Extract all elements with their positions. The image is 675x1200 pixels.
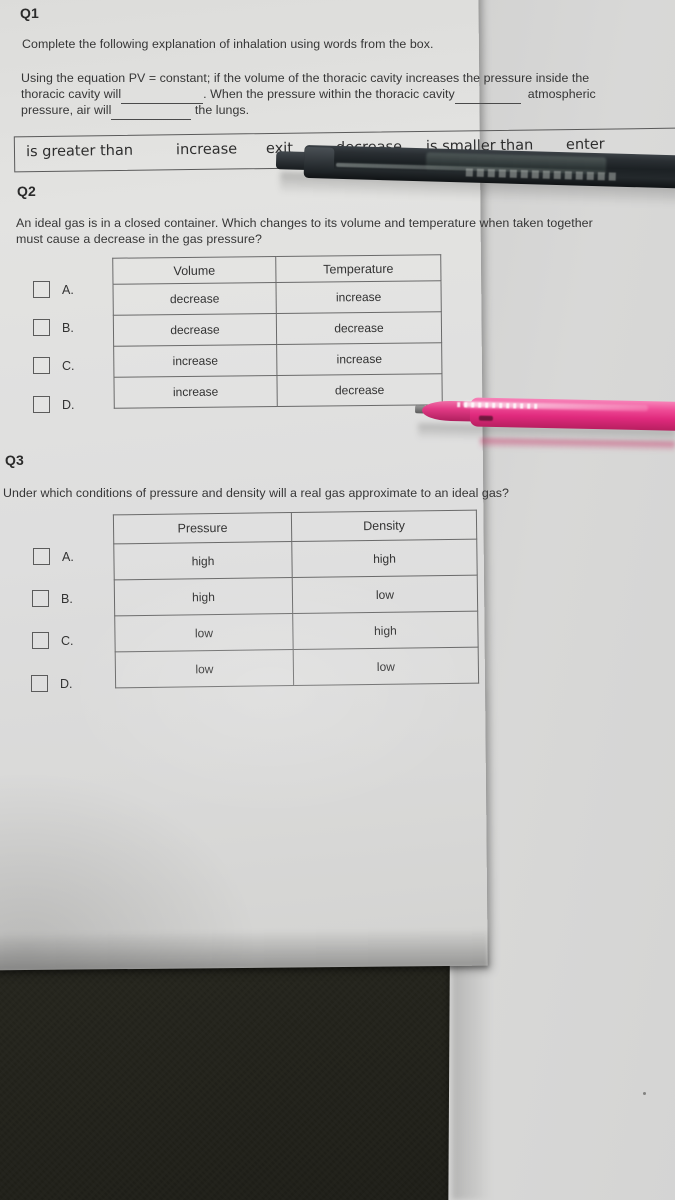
q3-question-line1: Under which conditions of pressure and d… [3,486,509,500]
q3-option-row-a[interactable]: A. [33,548,74,565]
q2-column-volume: Volume [112,256,276,285]
q3-table: Pressure Density high high high low low … [112,509,480,689]
q2-table-row-a: decrease increase [112,280,442,316]
q3-option-letter-a: A. [62,549,74,564]
q2-checkbox-d[interactable] [33,396,50,413]
q2-question-line2: must cause a decrease in the gas pressur… [16,232,262,246]
q1-passage-line3-b: the lungs. [194,103,250,117]
q2-table: Volume Temperature decrease increase dec… [112,254,443,409]
q1-passage-line2-a: thoracic cavity will [21,87,122,101]
q2-cell-b-temperature: decrease [276,311,442,345]
q3-checkbox-d[interactable] [31,675,48,692]
q2-cell-d-temperature: decrease [276,373,443,407]
q3-option-letter-c: C. [61,633,74,648]
q3-checkbox-b[interactable] [32,590,49,607]
q3-table-row-c: low high [114,611,479,652]
q2-option-row-a[interactable]: A. [33,281,74,298]
q2-option-letter-b: B. [62,320,74,335]
q3-cell-c-pressure: low [114,613,294,652]
q1-blank-2[interactable] [454,87,521,104]
q3-cell-d-pressure: low [115,649,294,688]
q2-option-row-c[interactable]: C. [33,357,75,374]
q3-table-row-a: high high [113,539,478,580]
q3-option-row-d[interactable]: D. [31,675,73,692]
q3-cell-d-density: low [293,647,479,686]
q3-table-row-d: low low [115,647,479,688]
word-option-enter[interactable]: enter [566,137,605,154]
q1-passage-line3: pressure, air will the lungs. [21,103,421,120]
q3-option-letter-d: D. [60,676,73,691]
q1-blank-3[interactable] [111,103,192,120]
q1-passage-line2-b: . When the pressure within the thoracic … [203,87,455,101]
q3-option-row-c[interactable]: C. [32,632,74,649]
q3-heading: Q3 [5,452,24,468]
q3-checkbox-c[interactable] [32,632,49,649]
q1-blank-1[interactable] [121,87,204,104]
q2-table-row-d: increase decrease [113,373,443,409]
q2-cell-c-temperature: increase [276,342,442,376]
word-option-is-greater-than[interactable]: is greater than [26,143,133,160]
q2-option-row-d[interactable]: D. [33,396,75,413]
q2-cell-c-volume: increase [113,344,277,378]
q3-option-letter-b: B. [61,591,73,606]
q2-option-letter-a: A. [62,282,74,297]
q2-question-line1: An ideal gas is in a closed container. W… [16,216,593,230]
word-option-increase[interactable]: increase [176,141,237,158]
q1-passage-line1: Using the equation PV = constant; if the… [21,71,590,85]
q2-option-letter-d: D. [62,397,75,412]
q1-passage-line2-c: atmospheric [527,87,596,101]
q1-instruction: Complete the following explanation of in… [22,37,434,51]
q2-option-letter-c: C. [62,358,75,373]
q2-table-row-b: decrease decrease [113,311,442,347]
q3-cell-b-pressure: high [114,577,293,616]
q2-checkbox-a[interactable] [33,281,50,298]
q3-table-header-row: Pressure Density [113,510,477,544]
q3-cell-c-density: high [292,611,479,650]
q2-cell-d-volume: increase [113,375,278,409]
q2-table-row-c: increase increase [113,342,442,378]
q3-table-row-b: high low [114,575,478,616]
word-option-exit[interactable]: exit [266,141,293,157]
q3-cell-a-density: high [291,539,478,578]
q3-option-row-b[interactable]: B. [32,590,73,607]
q3-cell-b-density: low [292,575,478,614]
word-option-decrease[interactable]: decrease [336,139,402,156]
q2-heading: Q2 [17,183,36,199]
q2-checkbox-c[interactable] [33,357,50,374]
q3-column-density: Density [291,510,477,542]
q2-column-temperature: Temperature [275,254,441,283]
q1-heading: Q1 [20,5,39,21]
q2-cell-a-volume: decrease [112,282,277,316]
q1-passage-line3-a: pressure, air will [21,103,112,117]
q1-passage-line2: thoracic cavity will . When the pressure… [21,87,671,104]
q3-checkbox-a[interactable] [33,548,50,565]
q2-option-row-b[interactable]: B. [33,319,74,336]
q3-cell-a-pressure: high [113,541,293,580]
worksheet-photo: Q1 Complete the following explanation of… [0,0,675,1200]
q2-table-header-row: Volume Temperature [112,254,441,285]
q2-cell-b-volume: decrease [113,313,277,347]
q2-cell-a-temperature: increase [275,280,442,314]
word-option-is-smaller-than[interactable]: is smaller than [426,138,533,155]
q3-column-pressure: Pressure [113,512,292,544]
q2-checkbox-b[interactable] [33,319,50,336]
